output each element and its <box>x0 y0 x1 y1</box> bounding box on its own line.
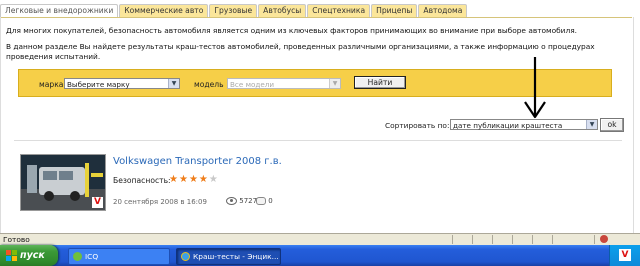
sort-ok-button[interactable]: ok <box>600 118 624 132</box>
views-value: 5727 <box>239 197 258 205</box>
model-label: модель <box>194 80 224 89</box>
taskbar-item-label: Краш-тесты - Энцик... <box>193 252 279 261</box>
tab-commercial[interactable]: Коммерческие авто <box>119 4 209 17</box>
comment-icon <box>256 197 266 205</box>
tab-special-vehicles[interactable]: Спецтехника <box>307 4 371 17</box>
model-select-value: Все модели <box>230 80 275 89</box>
tab-trailers[interactable]: Прицепы <box>371 4 418 17</box>
sort-select[interactable]: дате публикации краштеста ▼ <box>450 119 598 130</box>
security-zone-icon <box>600 235 608 243</box>
taskbar-item-browser[interactable]: Краш-тесты - Энцик... <box>176 248 281 265</box>
status-cell <box>452 235 453 244</box>
status-text: Готово <box>3 235 30 244</box>
status-cell <box>532 235 533 244</box>
chevron-down-icon[interactable]: ▼ <box>586 120 597 129</box>
model-select[interactable]: Все модели ▼ <box>227 78 341 89</box>
chevron-down-icon[interactable]: ▼ <box>329 79 340 88</box>
chevron-down-icon[interactable]: ▼ <box>168 79 179 88</box>
safety-rating: ★★★★★ <box>169 174 219 185</box>
windows-flag-icon <box>6 250 17 261</box>
icq-flower-icon <box>73 252 82 261</box>
tab-buses[interactable]: Автобусы <box>258 4 307 17</box>
find-button[interactable]: Найти <box>354 76 406 89</box>
intro-text-2: В данном разделе Вы найдете результаты к… <box>6 42 595 61</box>
brand-label: марка <box>39 80 64 89</box>
taskbar-item-icq[interactable]: ICQ <box>68 248 170 265</box>
intro-text-1: Для многих покупателей, безопасность авт… <box>6 26 578 35</box>
tray-v-icon[interactable]: V <box>619 249 631 261</box>
star-filled-icon: ★ <box>169 174 179 185</box>
internet-explorer-icon <box>181 252 190 261</box>
category-tabs: Легковые и внедорожники Коммерческие авт… <box>0 4 468 18</box>
sort-label: Сортировать по: <box>385 121 450 130</box>
start-button[interactable]: пуск <box>0 245 58 266</box>
status-cell <box>512 235 513 244</box>
star-filled-icon: ★ <box>178 174 189 185</box>
browser-status-bar: Готово <box>0 233 640 245</box>
system-tray: V <box>609 245 640 266</box>
taskbar-item-label: ICQ <box>85 252 99 261</box>
star-filled-icon: ★ <box>198 174 209 185</box>
comments-value: 0 <box>268 197 273 205</box>
tab-passenger-suv[interactable]: Легковые и внедорожники <box>0 4 119 18</box>
taskbar: пуск ICQ Краш-тесты - Энцик... V <box>0 245 640 266</box>
listing-date: 20 сентября 2008 в 16:09 <box>113 198 207 206</box>
status-cell <box>594 235 595 244</box>
tab-motorhomes[interactable]: Автодома <box>418 4 468 17</box>
status-cell <box>552 235 553 244</box>
sort-select-value: дате публикации краштеста <box>453 121 563 130</box>
status-cell <box>492 235 493 244</box>
annotation-arrow-icon <box>524 57 546 119</box>
views-count: 5727 <box>226 197 257 205</box>
star-empty-icon: ★ <box>208 174 219 185</box>
comments-count[interactable]: 0 <box>256 197 273 205</box>
listing-title-link[interactable]: Volkswagen Transporter 2008 г.в. <box>113 156 282 167</box>
star-filled-icon: ★ <box>188 174 199 185</box>
list-divider <box>14 140 622 141</box>
eye-icon <box>226 197 237 205</box>
brand-select-value: Выберите марку <box>67 80 130 89</box>
status-cell <box>472 235 473 244</box>
safety-label: Безопасность: <box>113 176 171 185</box>
crash-test-thumbnail[interactable]: V <box>20 154 106 211</box>
brand-select[interactable]: Выберите марку ▼ <box>64 78 180 89</box>
start-label: пуск <box>20 250 45 261</box>
tab-trucks[interactable]: Грузовые <box>209 4 258 17</box>
v-badge: V <box>92 197 103 208</box>
